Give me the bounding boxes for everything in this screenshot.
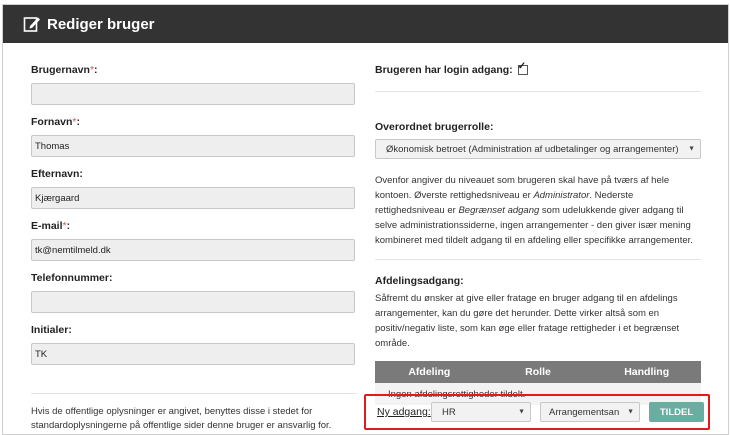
divider bbox=[375, 91, 701, 92]
divider bbox=[375, 259, 701, 260]
department-access-title: Afdelingsadgang: bbox=[375, 275, 464, 287]
username-field-group: Brugernavn*: bbox=[31, 63, 355, 105]
department-access-description: Såfremt du ønsker at give eller fratage … bbox=[375, 293, 680, 349]
department-select-value: HR bbox=[442, 406, 456, 418]
login-access-checkbox[interactable] bbox=[517, 61, 528, 75]
username-input[interactable] bbox=[31, 83, 355, 105]
divider bbox=[31, 393, 357, 394]
phone-input[interactable] bbox=[31, 291, 355, 313]
table-header: Afdeling Rolle Handling bbox=[375, 361, 701, 383]
department-select[interactable]: HR ▼ bbox=[431, 402, 531, 422]
edit-icon bbox=[23, 15, 41, 33]
initials-label: Initialer: bbox=[31, 324, 72, 336]
chevron-down-icon: ▼ bbox=[688, 145, 695, 153]
chevron-down-icon: ▼ bbox=[627, 408, 634, 416]
phone-field-group: Telefonnummer: bbox=[31, 271, 355, 313]
role-description: Ovenfor angiver du niveauet som brugeren… bbox=[375, 175, 693, 246]
column-header-department: Afdeling bbox=[408, 366, 451, 378]
page-title: Rediger bruger bbox=[47, 15, 155, 33]
public-info-note: Hvis de offentlige oplysninger er angive… bbox=[31, 406, 332, 431]
chevron-down-icon: ▼ bbox=[518, 408, 525, 416]
email-label: E-mail*: bbox=[31, 220, 71, 232]
firstname-input[interactable] bbox=[31, 135, 355, 157]
email-field-group: E-mail*: bbox=[31, 219, 355, 261]
login-access-row: Brugeren har login adgang: bbox=[375, 61, 701, 77]
initials-field-group: Initialer: bbox=[31, 323, 355, 365]
initials-input[interactable] bbox=[31, 343, 355, 365]
access-column: Brugeren har login adgang: Overordnet br… bbox=[375, 61, 701, 405]
column-header-role: Rolle bbox=[525, 366, 551, 378]
firstname-field-group: Fornavn*: bbox=[31, 115, 355, 157]
panel-header: Rediger bruger bbox=[3, 5, 728, 43]
role-title: Overordnet brugerrolle: bbox=[375, 121, 494, 133]
lastname-label: Efternavn: bbox=[31, 168, 83, 180]
lastname-input[interactable] bbox=[31, 187, 355, 209]
column-header-action: Handling bbox=[624, 366, 670, 378]
assign-button[interactable]: TILDEL bbox=[649, 402, 704, 422]
role-select[interactable]: Økonomisk betroet (Administration af udb… bbox=[375, 139, 701, 159]
role-select-value: Økonomisk betroet (Administration af udb… bbox=[386, 143, 679, 155]
firstname-label: Fornavn*: bbox=[31, 116, 81, 128]
email-input[interactable] bbox=[31, 239, 355, 261]
login-access-label: Brugeren har login adgang: bbox=[375, 64, 513, 76]
new-access-row: Ny adgang: HR ▼ Arrangementsan ▼ TILDEL bbox=[364, 394, 710, 430]
department-role-select[interactable]: Arrangementsan ▼ bbox=[540, 402, 640, 422]
edit-user-panel: Rediger bruger Brugernavn*: Fornavn*: Ef… bbox=[2, 4, 729, 435]
lastname-field-group: Efternavn: bbox=[31, 167, 355, 209]
phone-label: Telefonnummer: bbox=[31, 272, 113, 284]
new-access-label: Ny adgang: bbox=[377, 406, 431, 418]
department-role-select-value: Arrangementsan bbox=[549, 406, 620, 418]
username-label: Brugernavn*: bbox=[31, 64, 98, 76]
